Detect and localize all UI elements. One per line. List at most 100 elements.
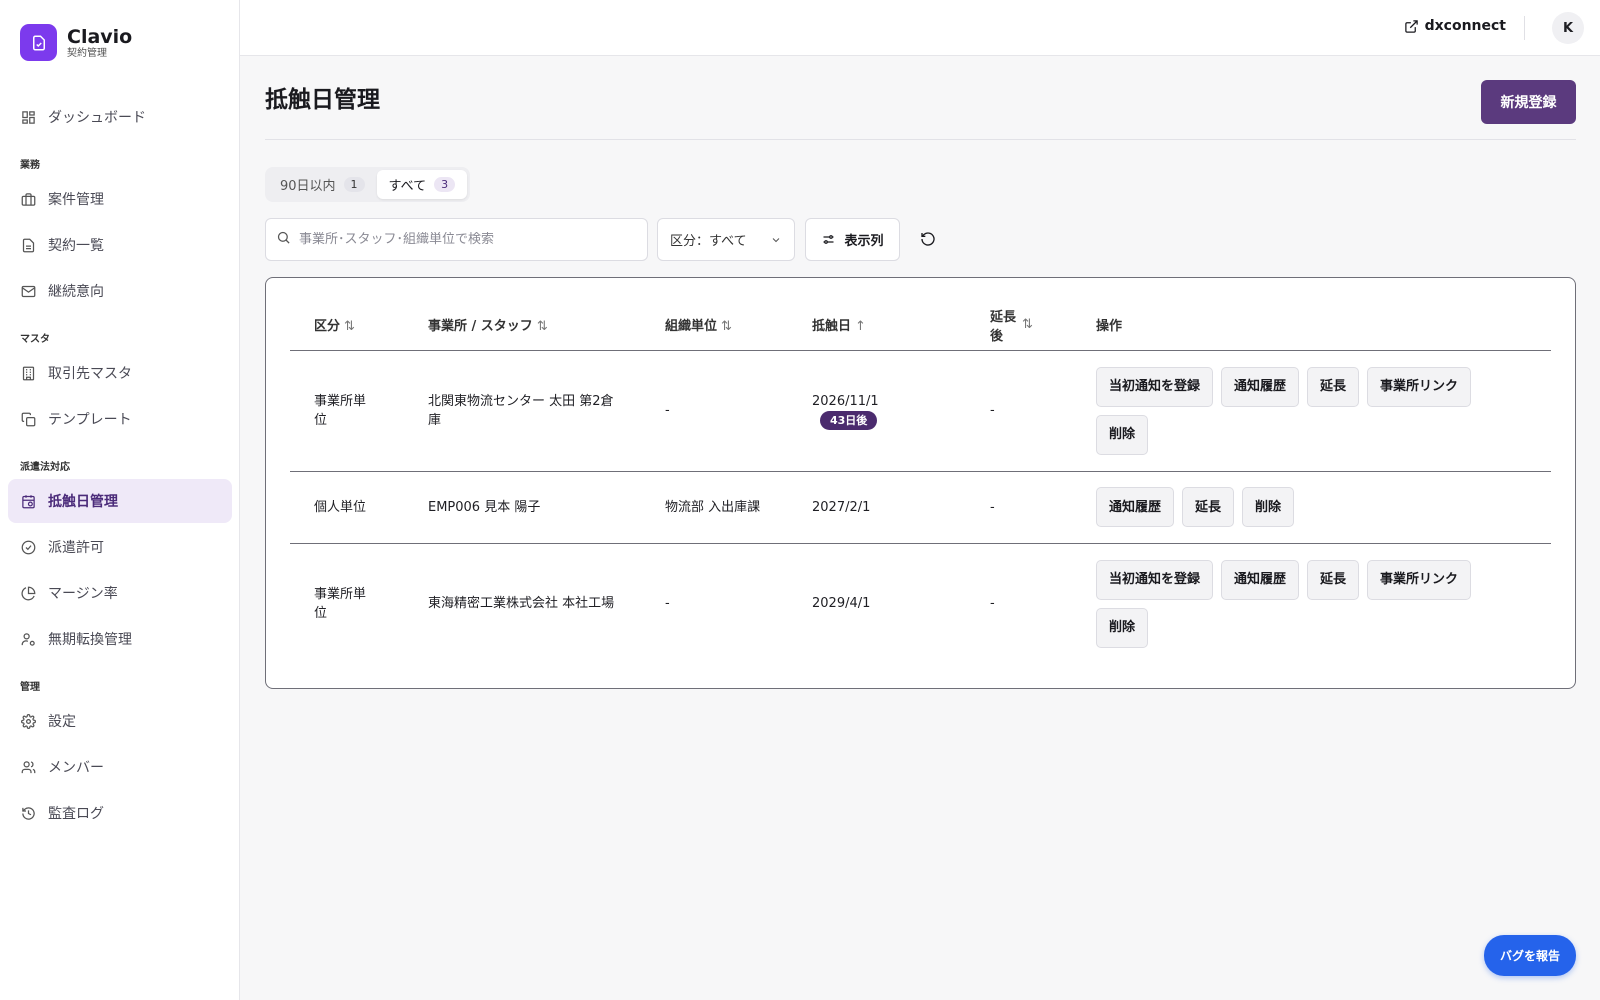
sidebar-item-indefinite-conversion[interactable]: 無期転換管理 <box>8 617 232 661</box>
sidebar-item-projects[interactable]: 案件管理 <box>8 177 232 221</box>
sidebar-item-members[interactable]: メンバー <box>8 745 232 789</box>
column-header-extended[interactable]: 延長後⇅ <box>966 300 1072 351</box>
gear-icon <box>20 713 36 729</box>
cell-extended: - <box>990 596 995 612</box>
tab-count-badge: 1 <box>343 177 365 192</box>
sidebar-item-label: ダッシュボード <box>48 110 146 126</box>
sidebar-item-templates[interactable]: テンプレート <box>8 397 232 441</box>
office-link-button[interactable]: 事業所リンク <box>1367 366 1472 407</box>
office-link-button[interactable]: 事業所リンク <box>1367 559 1472 600</box>
sort-icon: ⇅ <box>536 319 548 335</box>
columns-button[interactable]: 表示列 <box>805 218 900 261</box>
sidebar-section-title: マスタ <box>20 334 50 345</box>
brand-subtitle: 契約管理 <box>67 47 107 59</box>
sidebar-item-dashboard[interactable]: ダッシュボード <box>8 95 232 139</box>
search-icon <box>276 230 291 249</box>
table-row: 個人単位 EMP006 見本 陽子 物流部 入出庫課 2027/2/1 - 通知… <box>290 471 1551 544</box>
sort-icon: ⇅ <box>344 319 355 335</box>
briefcase-icon <box>20 191 36 207</box>
table-row: 事業所単位 東海精密工業株式会社 本社工場 - 2029/4/1 - 当初通知を… <box>290 543 1551 664</box>
tab-within-90-days[interactable]: 90日以内 1 <box>268 170 377 199</box>
cell-conflict-date: 2027/2/1 <box>788 471 966 544</box>
external-link[interactable]: dxconnect <box>1404 18 1506 34</box>
column-header-org-unit[interactable]: 組織単位 ⇅ <box>641 300 788 351</box>
sidebar-item-client-master[interactable]: 取引先マスタ <box>8 351 232 395</box>
sidebar-item-label: 監査ログ <box>48 806 104 822</box>
sidebar-section-title: 業務 <box>20 160 40 171</box>
conflict-date-table: 区分 ⇅ 事業所 / スタッフ ⇅ 組織単位 ⇅ 抵触日 ↑ 延長後⇅ 操作 事業所単位… <box>290 300 1551 664</box>
cell-org-unit: - <box>665 596 670 612</box>
cell-category: 事業所単位 <box>314 586 367 621</box>
cell-conflict-date: 2029/4/1 <box>812 596 871 612</box>
topbar-divider <box>1524 16 1525 40</box>
sidebar-item-label: 案件管理 <box>48 192 104 208</box>
cell-office-staff: 北関東物流センター 太田 第2倉庫 <box>404 350 641 472</box>
delete-button[interactable]: 削除 <box>1242 487 1295 527</box>
register-initial-notice-button[interactable]: 当初通知を登録 <box>1096 366 1214 407</box>
page-title: 抵触日管理 <box>265 87 380 113</box>
user-cog-icon <box>20 631 36 647</box>
new-registration-button[interactable]: 新規登録 <box>1481 80 1576 124</box>
avatar[interactable]: K <box>1552 12 1584 44</box>
column-header-conflict-date[interactable]: 抵触日 ↑ <box>788 300 966 351</box>
copy-icon <box>20 411 36 427</box>
brand[interactable]: Clavio 契約管理 <box>20 24 132 61</box>
mail-icon <box>20 283 36 299</box>
sidebar-nav: ダッシュボード 業務 案件管理 契約一覧 継続意向 マスタ 取引先マスタ テンプ… <box>8 95 232 837</box>
sidebar-item-audit-log[interactable]: 監査ログ <box>8 791 232 835</box>
sidebar-item-dispatch-permit[interactable]: 派遣許可 <box>8 525 232 569</box>
extend-button[interactable]: 延長 <box>1182 487 1235 527</box>
cell-office-staff: 東海精密工業株式会社 本社工場 <box>428 596 615 612</box>
delete-button[interactable]: 削除 <box>1096 414 1149 455</box>
column-header-office-staff[interactable]: 事業所 / スタッフ ⇅ <box>404 300 641 351</box>
cell-conflict-date: 2026/11/1 43日後 <box>788 350 966 472</box>
external-link-label: dxconnect <box>1424 18 1506 34</box>
sidebar-item-label: マージン率 <box>48 586 118 602</box>
column-header-actions: 操作 <box>1072 300 1551 351</box>
sidebar-item-contracts[interactable]: 契約一覧 <box>8 223 232 267</box>
cell-extended: - <box>966 350 1072 472</box>
users-icon <box>20 759 36 775</box>
sidebar-item-renewal-intent[interactable]: 継続意向 <box>8 269 232 313</box>
building-icon <box>20 365 36 381</box>
tab-all[interactable]: すべて 3 <box>376 170 468 199</box>
notice-history-button[interactable]: 通知履歴 <box>1221 559 1300 600</box>
report-bug-button[interactable]: バグを報告 <box>1484 935 1576 976</box>
sidebar-item-label: テンプレート <box>48 412 132 428</box>
chevron-down-icon <box>770 234 782 250</box>
sidebar-item-label: 派遣許可 <box>48 540 104 556</box>
sidebar-item-margin-rate[interactable]: マージン率 <box>8 571 232 615</box>
sidebar-item-label: 契約一覧 <box>48 238 104 254</box>
sort-icon: ⇅ <box>1022 317 1033 333</box>
reset-icon[interactable] <box>917 228 939 250</box>
extend-button[interactable]: 延長 <box>1307 366 1360 407</box>
cell-org-unit: 物流部 入出庫課 <box>641 471 788 544</box>
notice-history-button[interactable]: 通知履歴 <box>1221 366 1300 407</box>
sidebar-item-label: 継続意向 <box>48 284 104 300</box>
register-initial-notice-button[interactable]: 当初通知を登録 <box>1096 559 1214 600</box>
tab-count-badge: 3 <box>434 177 456 192</box>
cell-extended: - <box>966 471 1072 544</box>
extend-button[interactable]: 延長 <box>1307 559 1360 600</box>
column-header-category[interactable]: 区分 ⇅ <box>290 300 404 351</box>
cell-actions: 当初通知を登録 通知履歴 延長 事業所リンク 削除 <box>1072 543 1551 664</box>
brand-name: Clavio <box>67 25 133 48</box>
table-row: 事業所単位 北関東物流センター 太田 第2倉庫 - 2026/11/1 43日後… <box>290 350 1551 472</box>
top-bar: dxconnect K <box>240 0 1600 56</box>
notice-history-button[interactable]: 通知履歴 <box>1096 487 1175 527</box>
document-icon <box>20 237 36 253</box>
sidebar-item-settings[interactable]: 設定 <box>8 699 232 743</box>
pie-chart-icon <box>20 585 36 601</box>
cell-office-staff: EMP006 見本 陽子 <box>404 471 641 544</box>
search-field[interactable] <box>265 218 648 261</box>
sidebar-item-conflict-date[interactable]: 抵触日管理 <box>8 479 232 523</box>
sidebar-section-title: 派遣法対応 <box>20 462 70 473</box>
category-filter-select[interactable]: 区分：すべて <box>657 218 795 261</box>
divider <box>265 139 1576 140</box>
table-header-row: 区分 ⇅ 事業所 / スタッフ ⇅ 組織単位 ⇅ 抵触日 ↑ 延長後⇅ 操作 <box>290 300 1551 351</box>
delete-button[interactable]: 削除 <box>1096 607 1149 648</box>
sidebar-section-title: 管理 <box>20 682 40 693</box>
sidebar-item-label: 設定 <box>48 714 76 730</box>
search-input[interactable] <box>299 232 639 247</box>
sort-icon: ↑ <box>855 319 866 335</box>
